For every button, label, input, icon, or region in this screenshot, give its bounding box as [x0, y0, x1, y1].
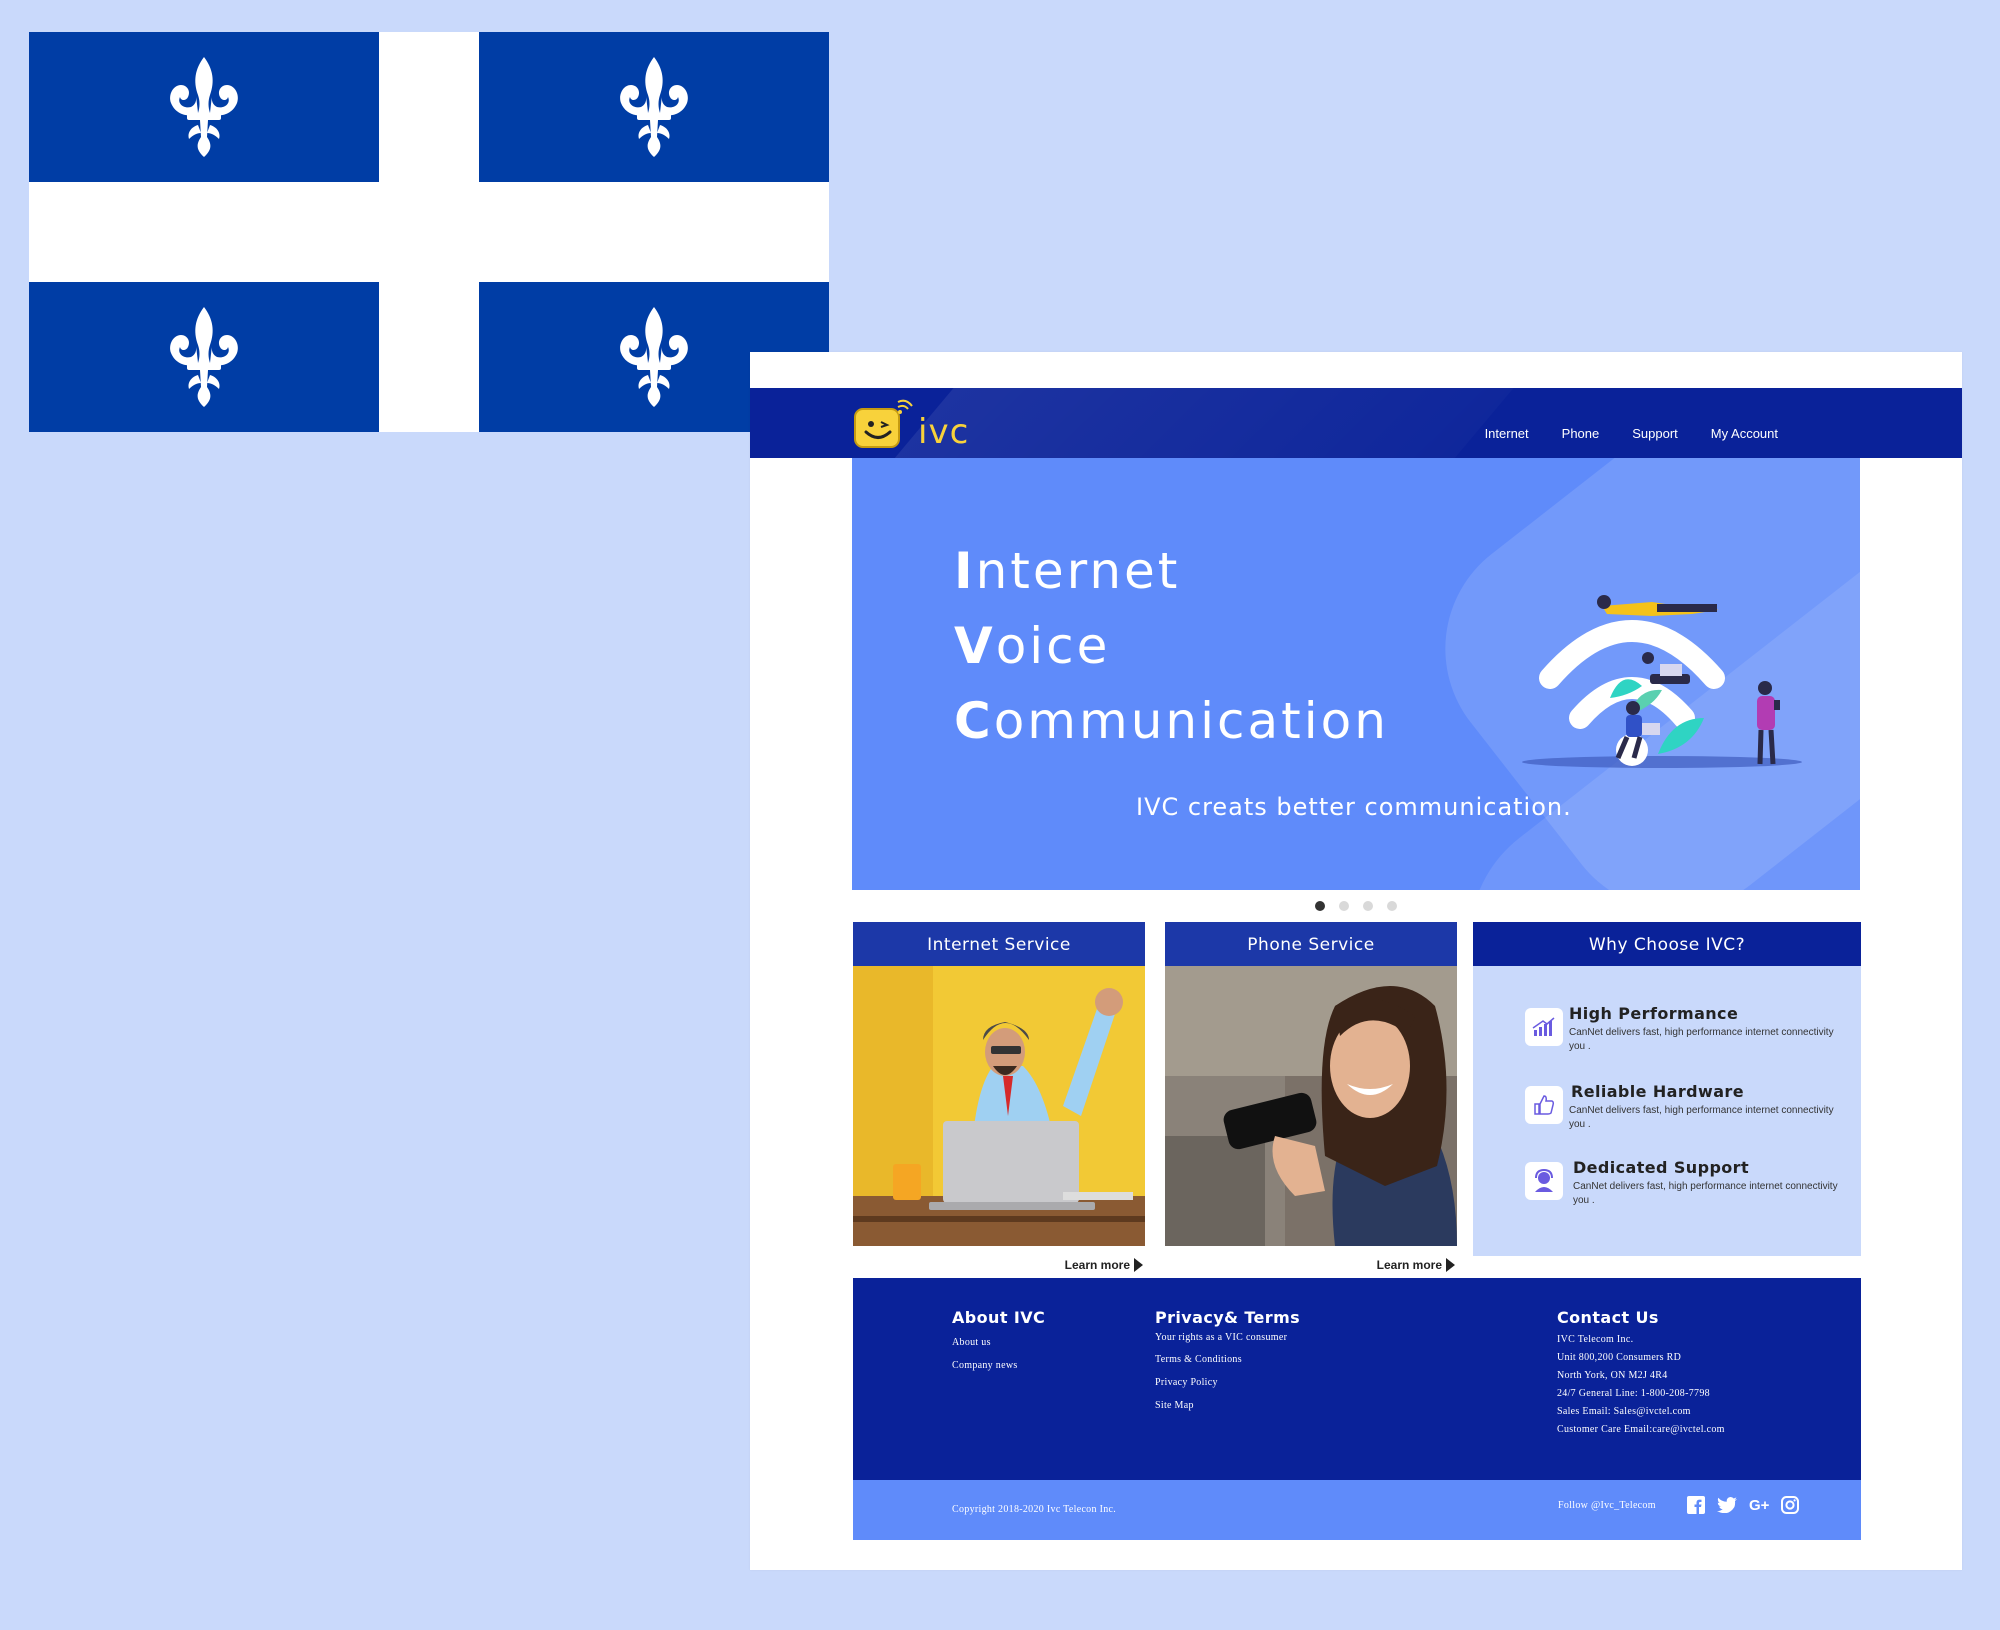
support-agent-icon: [1525, 1162, 1563, 1200]
hero-subtitle: IVC creats better communication.: [1136, 793, 1572, 821]
footer-link-about-us[interactable]: About us: [952, 1331, 1045, 1354]
contact-line[interactable]: Customer Care Email:care@ivctel.com: [1557, 1421, 1725, 1439]
contact-line: North York, ON M2J 4R4: [1557, 1370, 1668, 1381]
quebec-flag: [29, 32, 829, 432]
facebook-icon[interactable]: [1687, 1496, 1705, 1514]
card-title: Phone Service: [1165, 922, 1457, 966]
carousel-dot[interactable]: [1339, 901, 1349, 911]
arrow-right-icon: [1446, 1258, 1455, 1272]
follow-text: Follow @Ivc_Telecom: [1558, 1500, 1656, 1511]
nav-support[interactable]: Support: [1632, 426, 1678, 441]
internet-learn-more-link[interactable]: Learn more: [1065, 1258, 1143, 1272]
arrow-right-icon: [1134, 1258, 1143, 1272]
footer-link-site-map[interactable]: Site Map: [1155, 1394, 1300, 1417]
footer-privacy: Privacy& Terms Your rights as a VIC cons…: [1155, 1308, 1300, 1417]
copyright-text: Copyright 2018-2020 Ivc Telecon Inc.: [952, 1504, 1117, 1515]
hero-title: Internet Voice Communication: [954, 542, 1389, 750]
site-footer: About IVC About us Company news Privacy&…: [853, 1278, 1861, 1480]
carousel-dots: [1315, 901, 1397, 911]
carousel-dot[interactable]: [1387, 901, 1397, 911]
carousel-dot[interactable]: [1363, 901, 1373, 911]
contact-line: Unit 800,200 Consumers RD: [1557, 1352, 1682, 1363]
carousel-dot[interactable]: [1315, 901, 1325, 911]
footer-link-consumer-rights[interactable]: Your rights as a VIC consumer: [1155, 1331, 1300, 1345]
card-title: Why Choose IVC?: [1473, 922, 1861, 966]
website-mockup: ivc Internet Phone Support My Account In…: [750, 352, 1962, 1570]
why-choose-card: Why Choose IVC? High Performance CanNet …: [1473, 922, 1861, 1256]
flag-quadrant: [29, 32, 379, 182]
phone-learn-more-link[interactable]: Learn more: [1377, 1258, 1455, 1272]
fleur-de-lis-icon: [620, 57, 688, 157]
fleur-de-lis-icon: [170, 307, 238, 407]
phone-service-card: Phone Service Learn more: [1165, 922, 1457, 1272]
card-title: Internet Service: [853, 922, 1145, 966]
instagram-icon[interactable]: [1781, 1496, 1800, 1514]
nav-phone[interactable]: Phone: [1562, 426, 1600, 441]
footer-bottom-bar: Copyright 2018-2020 Ivc Telecon Inc. Fol…: [853, 1480, 1861, 1540]
contact-line[interactable]: Sales Email: Sales@ivctel.com: [1557, 1403, 1725, 1421]
chart-icon: [1525, 1008, 1563, 1046]
flag-quadrant: [479, 32, 829, 182]
thumbs-up-icon: [1525, 1086, 1563, 1124]
flag-quadrant: [29, 282, 379, 432]
contact-line: 24/7 General Line: 1-800-208-7798: [1557, 1388, 1710, 1399]
fleur-de-lis-icon: [620, 307, 688, 407]
wifi-icon: [897, 399, 913, 414]
internet-service-photo: [853, 966, 1145, 1246]
phone-service-photo: [1165, 966, 1457, 1246]
nav-internet[interactable]: Internet: [1485, 426, 1529, 441]
footer-contact: Contact Us IVC Telecom Inc. Unit 800,200…: [1557, 1308, 1725, 1439]
logo-text[interactable]: ivc: [918, 414, 969, 450]
google-plus-icon[interactable]: G+: [1749, 1497, 1769, 1514]
fleur-de-lis-icon: [170, 57, 238, 157]
footer-link-privacy-policy[interactable]: Privacy Policy: [1155, 1371, 1300, 1394]
contact-line: IVC Telecom Inc.: [1557, 1334, 1634, 1345]
twitter-icon[interactable]: [1717, 1497, 1737, 1513]
footer-link-company-news[interactable]: Company news: [952, 1354, 1045, 1377]
hero-banner: Internet Voice Communication IVC creats …: [852, 458, 1860, 890]
site-header: ivc Internet Phone Support My Account: [750, 388, 1962, 458]
social-links: G+: [1687, 1496, 1800, 1514]
internet-service-card: Internet Service Learn more: [853, 922, 1145, 1272]
footer-link-terms[interactable]: Terms & Conditions: [1155, 1348, 1300, 1371]
footer-about: About IVC About us Company news: [952, 1308, 1045, 1377]
main-nav: Internet Phone Support My Account: [1452, 426, 1778, 441]
wifi-people-illustration: [1522, 595, 1802, 768]
nav-my-account[interactable]: My Account: [1711, 426, 1778, 441]
